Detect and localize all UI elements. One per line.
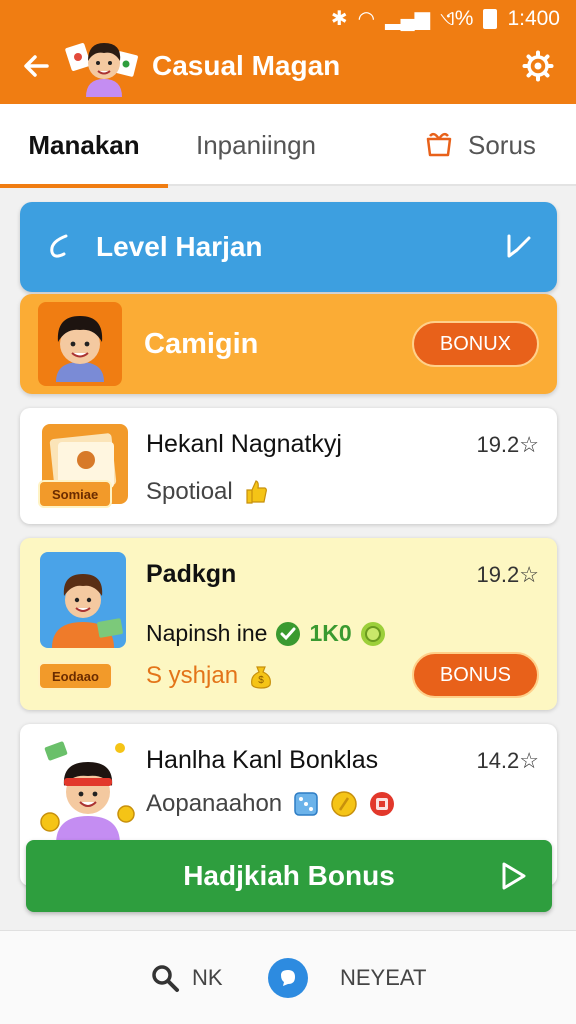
bluetooth-icon: ✱ [330, 8, 348, 30]
game-bonus-button[interactable]: BONUS [411, 652, 539, 698]
bottom-nav: NK NEYEAT [0, 930, 576, 1024]
nav-next[interactable]: NEYEAT [340, 931, 426, 1024]
game-title: Hanlha Kanl Bonklas [146, 746, 379, 774]
gift-icon [426, 132, 452, 157]
nav-search[interactable]: NK [150, 931, 223, 1024]
tab-manakan[interactable]: Manakan [0, 104, 168, 188]
game-thumbnail [38, 734, 150, 844]
signal-icon: ▂▄▆ [385, 8, 430, 30]
game-subtitle-row: S yshjan $ [146, 662, 274, 690]
game-rating: 19.2☆ [476, 432, 539, 457]
game-subtitle: Aopanaahon [146, 790, 283, 817]
game-meta-text: Napinsh ine [146, 620, 268, 646]
gear-icon [522, 50, 554, 82]
tab-bar: Manakan Inpaniingn Sorus [0, 104, 576, 188]
toolbar: Casual Magan [0, 35, 576, 97]
campaign-label: Camigin [144, 327, 259, 360]
chat-icon [268, 958, 308, 998]
status-bar: ✱ ◠ ▂▄▆ ଏ% 1:400 [331, 6, 560, 32]
thumbs-up-icon [246, 480, 267, 504]
play-icon [502, 862, 526, 890]
wifi-icon: ◠ [357, 8, 376, 30]
gem-icon [370, 792, 395, 816]
game-meta-value: 1K0 [309, 620, 352, 646]
claim-bonus-button[interactable]: Hadjkiah Bonus [26, 840, 552, 912]
level-banner[interactable]: Level Harjan [20, 202, 557, 292]
tab-label: Sorus [468, 129, 536, 160]
campaign-banner[interactable]: Camigin BONUX [20, 294, 557, 394]
app-title: Casual Magan [152, 50, 341, 81]
tab-inpaniingn[interactable]: Inpaniingn [196, 104, 316, 186]
tab-sorus[interactable]: Sorus [424, 104, 536, 186]
back-button[interactable] [8, 38, 64, 94]
mascot-avatar [64, 35, 144, 97]
game-ribbon: Eodaao [38, 662, 113, 690]
active-tab-indicator [0, 184, 168, 188]
game-title: Hekanl Nagnatkyj [146, 430, 342, 458]
nav-home[interactable] [268, 931, 308, 1024]
game-subtitle: Spotioal [146, 478, 233, 505]
claim-bonus-label: Hadjkiah Bonus [183, 860, 395, 891]
game-subtitle-row: Aopanaahon [146, 790, 396, 818]
game-subtitle-row: Spotioal [146, 478, 269, 506]
game-card[interactable]: Eodaao Padkgn 19.2☆ Napinsh ine 1K0 S ys… [20, 538, 557, 710]
svg-text:$: $ [258, 675, 264, 686]
game-meta-row: Napinsh ine 1K0 [146, 620, 386, 647]
tab-label: Inpaniingn [196, 129, 316, 160]
game-thumbnail [38, 550, 150, 648]
coin-icon [360, 621, 385, 646]
game-subtitle: S yshjan [146, 662, 239, 689]
level-banner-label: Level Harjan [96, 231, 263, 262]
search-icon [152, 965, 179, 992]
game-card[interactable]: Somiae Hekanl Nagnatkyj 19.2☆ Spotioal [20, 408, 557, 524]
game-rating: 19.2☆ [476, 562, 539, 587]
coin-icon [331, 791, 357, 817]
check-circle-icon [276, 621, 301, 646]
back-arrow-icon [24, 55, 49, 77]
game-rating: 14.2☆ [476, 748, 539, 773]
settings-button[interactable] [510, 38, 566, 94]
tab-label: Manakan [28, 129, 140, 160]
game-ribbon: Somiae [38, 480, 113, 508]
campaign-avatar [38, 302, 122, 386]
money-bag-icon: $ [251, 666, 271, 689]
game-title: Padkgn [146, 560, 237, 588]
nav-search-label: NK [192, 965, 223, 990]
dice-icon [294, 792, 318, 816]
signal-text: ଏ% [440, 7, 474, 30]
status-time: 1:400 [507, 7, 560, 30]
battery-icon [483, 9, 498, 29]
campaign-bonus-button[interactable]: BONUX [411, 321, 539, 367]
edit-icon[interactable] [503, 232, 533, 262]
nav-next-label: NEYEAT [340, 965, 427, 990]
app-bar: ✱ ◠ ▂▄▆ ଏ% 1:400 Casual Magan [0, 0, 576, 104]
swirl-icon [50, 234, 68, 258]
